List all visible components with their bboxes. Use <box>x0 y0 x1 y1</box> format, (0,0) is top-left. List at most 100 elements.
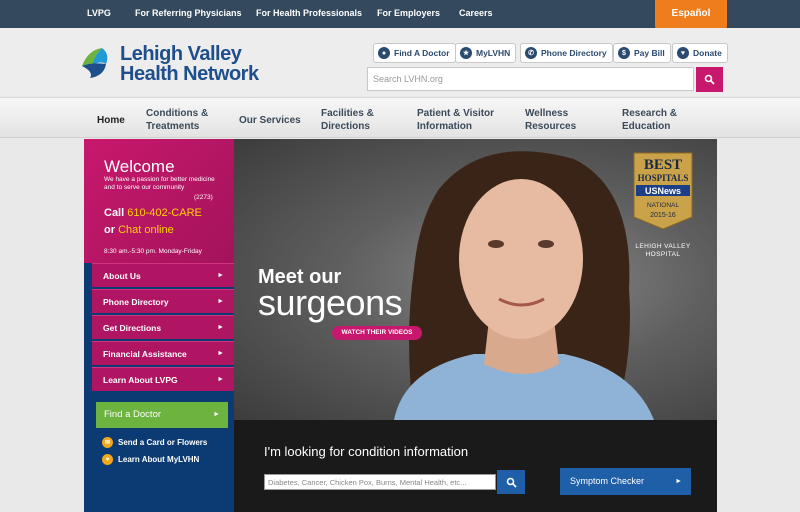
welcome-subtitle: We have a passion for better medicine an… <box>104 176 215 191</box>
nav-services-label: Our Services <box>239 115 301 126</box>
nav-research-line-1: Research & <box>622 108 678 119</box>
search-icon <box>506 477 517 488</box>
topbar-link-lvpg[interactable]: LVPG <box>87 8 111 18</box>
nav-item-home[interactable]: Home <box>97 114 125 127</box>
badge-hospitals: HOSPITALS <box>638 173 689 183</box>
chevron-right-icon: ► <box>675 478 682 485</box>
nav-wellness-line-1: Wellness <box>525 108 569 119</box>
find-a-doctor-label: Find A Doctor <box>394 48 450 58</box>
sidebar-link-phone-directory[interactable]: Phone Directory ► <box>92 289 234 313</box>
chat-prefix: or <box>104 224 115 236</box>
pay-bill-button[interactable]: $ Pay Bill <box>613 43 671 63</box>
donate-button[interactable]: ♥ Donate <box>672 43 728 63</box>
nav-conditions-line-2: Treatments <box>146 121 200 132</box>
badge-caption-line-1: LEHIGH VALLEY <box>635 243 691 250</box>
welcome-title: Welcome <box>104 157 175 176</box>
pay-bill-label: Pay Bill <box>634 48 665 58</box>
nav-patient-line-1: Patient & Visitor <box>417 108 495 119</box>
nav-item-conditions-treatments[interactable]: Conditions & Treatments <box>146 107 208 133</box>
espanol-button[interactable]: Español <box>655 0 727 30</box>
badge-best: BEST <box>644 157 682 173</box>
find-a-doctor-sidebar-button[interactable]: Find a Doctor ► <box>96 402 228 428</box>
learn-mylvhn-link[interactable]: ♥ Learn About MyLVHN <box>102 454 199 465</box>
sidebar-about-us-label: About Us <box>103 271 141 281</box>
badge-usnews: USNews <box>645 186 681 196</box>
topbar-link-employers[interactable]: For Employers <box>377 8 440 18</box>
symptom-checker-button[interactable]: Symptom Checker ► <box>560 468 691 495</box>
nav-facilities-line-2: Directions <box>321 121 370 132</box>
sidebar-phone-directory-label: Phone Directory <box>103 297 169 307</box>
nav-facilities-line-1: Facilities & <box>321 108 374 119</box>
chevron-right-icon: ► <box>217 350 224 357</box>
sidebar-financial-assistance-label: Financial Assistance <box>103 349 187 359</box>
sidebar-link-get-directions[interactable]: Get Directions ► <box>92 315 234 339</box>
mylvhn-button[interactable]: ★ MyLVHN <box>455 43 517 63</box>
topbar-link-referring-physicians[interactable]: For Referring Physicians <box>135 8 242 18</box>
chat-label: Chat online <box>118 224 174 236</box>
condition-search-input[interactable] <box>264 474 496 490</box>
find-a-doctor-button[interactable]: ● Find A Doctor <box>373 43 456 63</box>
heart-icon: ♥ <box>677 47 689 59</box>
donate-label: Donate <box>693 48 722 58</box>
nav-wellness-line-2: Resources <box>525 121 577 132</box>
logo-line-1: Lehigh Valley <box>120 43 242 65</box>
topbar-link-careers[interactable]: Careers <box>459 8 493 18</box>
badge-national: NATIONAL <box>647 202 679 209</box>
phone-directory-label: Phone Directory <box>541 48 607 58</box>
call-prefix: Call <box>104 207 125 219</box>
find-doctor-sidebar-label: Find a Doctor <box>104 409 162 420</box>
logo-line-2: Health Network <box>120 63 259 85</box>
condition-search-title: I'm looking for condition information <box>264 444 469 459</box>
best-hospitals-badge-icon: BEST HOSPITALS USNews NATIONAL 2015-16 <box>633 152 693 230</box>
chevron-right-icon: ► <box>217 272 224 279</box>
chat-online-link[interactable]: or Chat online <box>104 224 174 236</box>
chevron-right-icon: ► <box>217 376 224 383</box>
star-icon: ★ <box>460 47 472 59</box>
topbar-link-health-professionals[interactable]: For Health Professionals <box>256 8 362 18</box>
logo-wordmark[interactable]: Lehigh Valley Health Network <box>120 44 259 84</box>
hero-title-line-2: surgeons <box>258 282 403 323</box>
nav-item-patient-visitor[interactable]: Patient & Visitor Information <box>417 107 494 133</box>
sidebar-learn-lvpg-label: Learn About LVPG <box>103 375 178 385</box>
left-sidebar: Welcome We have a passion for better med… <box>84 139 234 512</box>
gift-icon: ✉ <box>102 437 113 448</box>
chevron-right-icon: ► <box>213 411 220 418</box>
welcome-hours: 8:30 am.-5:30 pm. Monday-Friday <box>104 248 202 255</box>
nav-item-our-services[interactable]: Our Services <box>239 114 301 127</box>
welcome-extension: (2273) <box>194 194 213 201</box>
badge-caption-line-2: HOSPITAL <box>645 251 681 258</box>
nav-home-label: Home <box>97 115 125 126</box>
phone-directory-button[interactable]: ✆ Phone Directory <box>520 43 613 63</box>
lvhn-logo-icon[interactable] <box>80 44 116 82</box>
search-icon <box>704 74 715 85</box>
sidebar-link-about-us[interactable]: About Us ► <box>92 263 234 287</box>
site-search-button[interactable] <box>696 67 723 92</box>
nav-item-facilities-directions[interactable]: Facilities & Directions <box>321 107 374 133</box>
send-card-link[interactable]: ✉ Send a Card or Flowers <box>102 437 207 448</box>
chevron-right-icon: ► <box>217 324 224 331</box>
dollar-icon: $ <box>618 47 630 59</box>
nav-conditions-line-1: Conditions & <box>146 108 209 119</box>
nav-research-line-2: Education <box>622 121 671 132</box>
heart-icon: ♥ <box>102 454 113 465</box>
chevron-right-icon: ► <box>217 298 224 305</box>
learn-mylvhn-label: Learn About MyLVHN <box>118 455 200 464</box>
symptom-checker-label: Symptom Checker <box>570 476 645 486</box>
nav-patient-line-2: Information <box>417 121 472 132</box>
badge-caption: LEHIGH VALLEY HOSPITAL <box>624 243 702 259</box>
call-phone-link[interactable]: Call 610-402-CARE <box>104 207 202 219</box>
nav-item-wellness-resources[interactable]: Wellness Resources <box>525 107 576 133</box>
sidebar-link-learn-about-lvpg[interactable]: Learn About LVPG ► <box>92 367 234 391</box>
watch-videos-button[interactable]: WATCH THEIR VIDEOS <box>332 326 422 340</box>
welcome-panel: Welcome We have a passion for better med… <box>84 139 234 263</box>
condition-search-button[interactable] <box>497 470 525 494</box>
phone-icon: ✆ <box>525 47 537 59</box>
sidebar-link-financial-assistance[interactable]: Financial Assistance ► <box>92 341 234 365</box>
nav-item-research-education[interactable]: Research & Education <box>622 107 677 133</box>
site-search-input[interactable] <box>367 67 694 91</box>
sidebar-get-directions-label: Get Directions <box>103 323 162 333</box>
mylvhn-label: MyLVHN <box>476 48 511 58</box>
badge-year: 2015-16 <box>650 212 676 219</box>
send-card-label: Send a Card or Flowers <box>118 438 208 447</box>
main-content: Meet our surgeons WATCH THEIR VIDEOS BES… <box>84 139 717 512</box>
